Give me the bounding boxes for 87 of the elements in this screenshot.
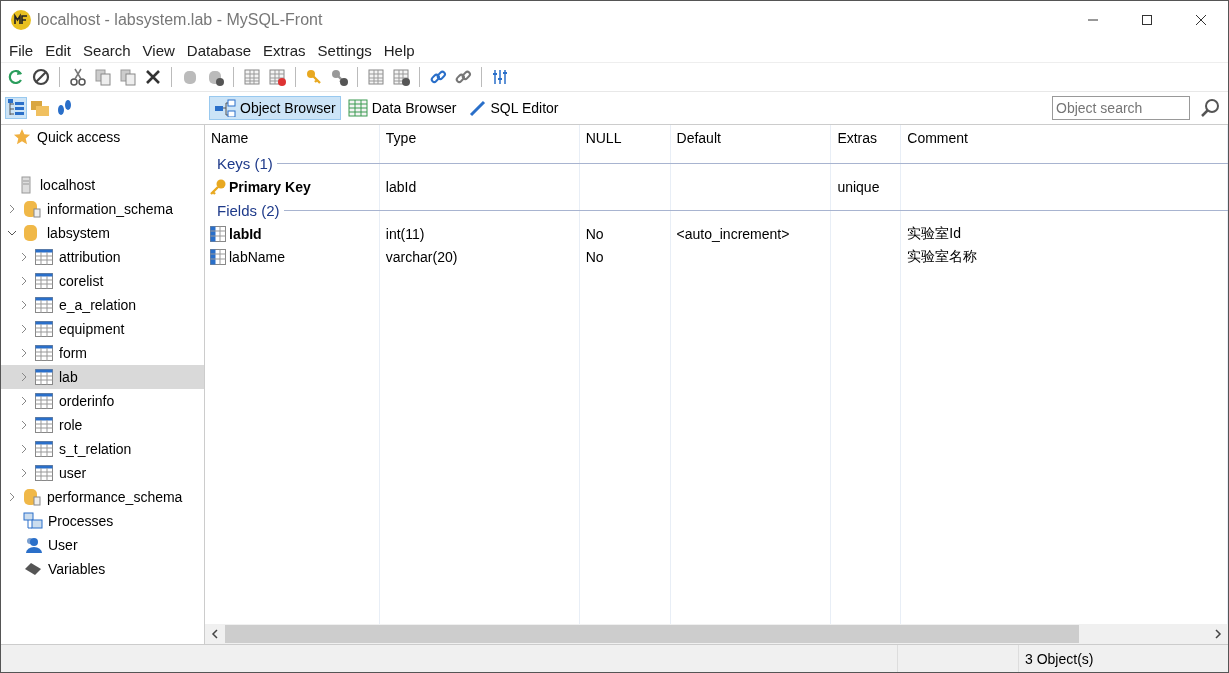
menu-item[interactable]: File	[3, 41, 40, 59]
view-tab[interactable]: Object Browser	[209, 96, 341, 120]
search-field[interactable]: Object search	[1052, 96, 1190, 120]
tree-item[interactable]: user	[59, 465, 87, 481]
tree-item[interactable]: information_schema	[47, 201, 174, 217]
new-table-icon[interactable]	[241, 66, 263, 88]
table-cell: labId	[229, 225, 262, 242]
pencil-icon	[468, 99, 487, 117]
database-icon	[22, 200, 42, 218]
menu-item[interactable]: Edit	[39, 41, 78, 59]
tree-item[interactable]: lab	[59, 369, 78, 385]
tree-item[interactable]: orderinfo	[59, 393, 115, 409]
tree-item[interactable]: s_t_relation	[59, 441, 132, 457]
diamond-icon	[23, 560, 43, 578]
view-tab[interactable]: Data Browser	[342, 96, 462, 120]
table-cell: No	[585, 248, 604, 265]
table-icon	[34, 320, 54, 338]
search-icon[interactable]	[1200, 98, 1220, 118]
table-cell: No	[585, 225, 604, 242]
tree-item[interactable]: equipment	[59, 321, 125, 337]
tree-item[interactable]: form	[59, 345, 87, 361]
hierarchy-icon	[214, 99, 236, 117]
menu-item[interactable]: View	[136, 41, 181, 59]
column-header[interactable]: Default	[670, 130, 832, 146]
table-icon	[34, 296, 54, 314]
column-header[interactable]: Name	[205, 130, 380, 146]
tree-item[interactable]: localhost	[40, 177, 96, 193]
cut-icon[interactable]	[67, 66, 89, 88]
table-icon	[34, 416, 54, 434]
tree-item[interactable]: Processes	[48, 513, 114, 529]
table-icon	[34, 344, 54, 362]
column-header[interactable]: Comment	[901, 130, 1228, 146]
tree-item[interactable]: corelist	[59, 273, 104, 289]
table-icon	[34, 368, 54, 386]
table-icon	[34, 464, 54, 482]
column-header[interactable]: Extras	[831, 130, 902, 146]
new-field-icon[interactable]	[365, 66, 387, 88]
column-header[interactable]: NULL	[579, 130, 671, 146]
app-logo-icon	[11, 9, 31, 30]
grid-icon	[347, 99, 368, 117]
table-cell: Primary Key	[229, 178, 311, 195]
key-icon	[209, 177, 227, 196]
window-title: localhost - labsystem.lab - MySQL-Front	[37, 10, 323, 29]
drop-table-icon[interactable]	[266, 66, 288, 88]
tree-item[interactable]: role	[59, 417, 83, 433]
menu-item[interactable]: Search	[77, 41, 137, 59]
group-heading: Fields (2)	[217, 201, 280, 219]
table-cell: int(11)	[385, 225, 425, 242]
view-tab[interactable]: SQL Editor	[463, 96, 564, 120]
table-cell: <auto_increment>	[676, 225, 790, 242]
table-cell: 实验室Id	[907, 224, 961, 243]
tree-item[interactable]: performance_schema	[47, 489, 183, 505]
status-count: 3 Object(s)	[1024, 650, 1094, 667]
table-icon	[34, 248, 54, 266]
quick-access-link[interactable]: Quick access	[37, 129, 121, 145]
network-icon	[23, 512, 43, 530]
tree-item[interactable]: User	[48, 537, 78, 553]
tree-item[interactable]: attribution	[59, 249, 121, 265]
tree-item[interactable]: Variables	[48, 561, 106, 577]
table-cell: labId	[385, 178, 417, 195]
table-icon	[34, 440, 54, 458]
table-icon	[34, 272, 54, 290]
table-cell: labName	[229, 248, 286, 265]
field-icon	[209, 224, 227, 243]
table-cell: varchar(20)	[385, 248, 458, 265]
scrollbar-thumb[interactable]	[225, 625, 1079, 643]
drop-field-icon[interactable]	[390, 66, 412, 88]
menu-item[interactable]: Settings	[311, 41, 378, 59]
column-header[interactable]: Type	[379, 130, 580, 146]
group-heading: Keys (1)	[217, 154, 273, 172]
field-icon	[209, 247, 227, 266]
expand-toggle-icon[interactable]	[7, 228, 19, 238]
table-cell: 实验室名称	[907, 247, 978, 266]
stop-icon[interactable]	[30, 66, 52, 88]
tree-item[interactable]: labsystem	[47, 225, 111, 241]
database-icon	[22, 488, 42, 506]
menu-item[interactable]: Help	[377, 41, 421, 59]
table-icon	[34, 392, 54, 410]
table-cell: unique	[837, 178, 880, 195]
tree-view-icon[interactable]	[5, 97, 27, 119]
tree-item[interactable]: e_a_relation	[59, 297, 137, 313]
star-icon	[13, 128, 31, 146]
menu-item[interactable]: Extras	[257, 41, 312, 59]
maximize-icon	[1141, 13, 1153, 26]
users-icon	[23, 536, 43, 554]
close-icon	[1195, 13, 1207, 26]
menu-item[interactable]: Database	[180, 41, 258, 59]
